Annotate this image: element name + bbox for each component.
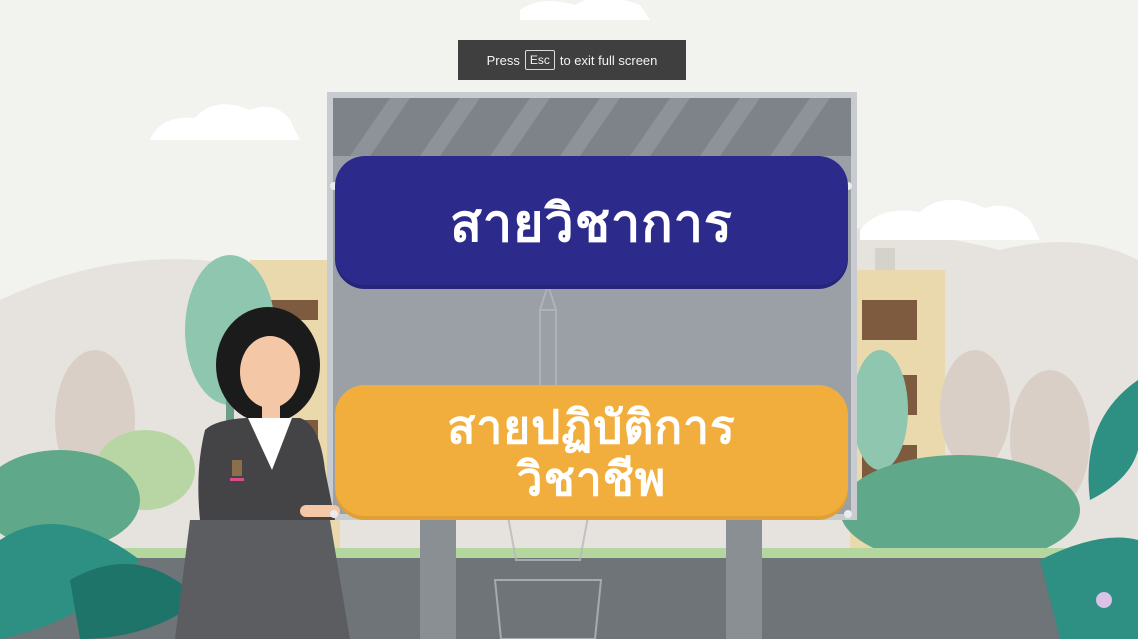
notice-press-text: Press [486, 52, 520, 68]
academic-track-label: สายวิชาการ [450, 194, 733, 254]
corner-logo-icon [1096, 592, 1112, 608]
professional-track-label-line1: สายปฏิบัติการ [447, 399, 736, 454]
professional-track-option[interactable]: สายปฏิบัติการ วิชาชีพ [335, 385, 848, 520]
signboard-stripes [333, 98, 851, 156]
notice-rest-text: to exit full screen [559, 52, 658, 68]
board-post-left [420, 520, 456, 639]
academic-track-option[interactable]: สายวิชาการ [335, 156, 848, 289]
background-scene [0, 0, 1138, 639]
professional-track-label-line2: วิชาชีพ [516, 451, 667, 506]
board-post-right [726, 520, 762, 639]
fullscreen-exit-notice: Press Esc to exit full screen [458, 40, 686, 80]
esc-key-hint: Esc [524, 50, 555, 70]
tree-right [840, 350, 1090, 565]
